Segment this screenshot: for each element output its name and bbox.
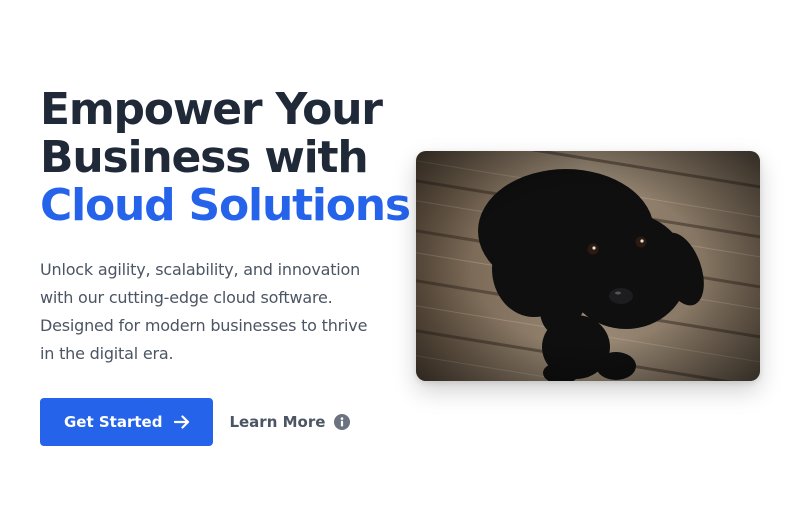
headline-line-2: Business with	[40, 132, 369, 183]
get-started-label: Get Started	[64, 413, 163, 431]
headline-line-1: Empower Your	[40, 84, 383, 135]
hero-actions: Get Started Learn More	[40, 398, 351, 446]
arrow-right-icon	[174, 415, 190, 429]
hero-headline: Empower Your Business with Cloud Solutio…	[40, 84, 411, 231]
info-circle-icon	[334, 414, 351, 430]
hero-text-block: Empower Your Business with Cloud Solutio…	[40, 84, 411, 368]
learn-more-label: Learn More	[229, 413, 326, 431]
hero-section: Empower Your Business with Cloud Solutio…	[0, 0, 800, 520]
headline-accent: Cloud Solutions	[40, 180, 411, 231]
hero-description: Unlock agility, scalability, and innovat…	[40, 260, 368, 363]
learn-more-button[interactable]: Learn More	[229, 413, 351, 431]
hero-image-puppy	[416, 151, 760, 381]
get-started-button[interactable]: Get Started	[40, 398, 214, 446]
